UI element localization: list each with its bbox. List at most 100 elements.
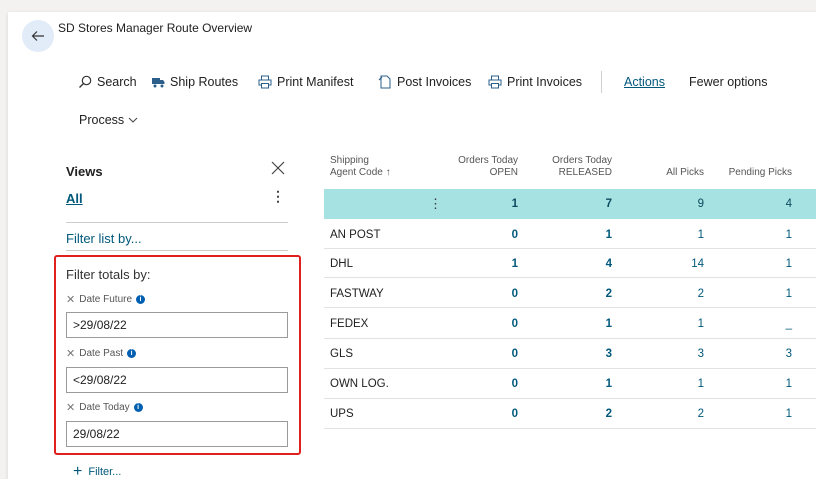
- process-label: Process: [79, 113, 125, 127]
- cell-pending-picks[interactable]: 1: [786, 378, 792, 390]
- table-row-selected[interactable]: [324, 189, 816, 219]
- cell-released[interactable]: 1: [606, 378, 612, 390]
- remove-filter-icon[interactable]: ✕: [66, 293, 75, 306]
- cell-all-picks[interactable]: 1: [698, 378, 704, 390]
- column-header-orders-released[interactable]: Orders Today RELEASED: [552, 155, 612, 179]
- row-actions-menu[interactable]: ⋮: [429, 196, 442, 212]
- column-header-pending-picks[interactable]: Pending Picks: [729, 167, 792, 179]
- filter-totals-heading: Filter totals by:: [66, 267, 151, 282]
- cell-all-picks[interactable]: 14: [691, 258, 704, 270]
- ship-routes-label: Ship Routes: [170, 75, 239, 89]
- cell-all-picks[interactable]: 2: [698, 408, 704, 420]
- cell-released[interactable]: 3: [606, 348, 612, 360]
- cell-open[interactable]: 0: [512, 318, 518, 330]
- remove-filter-icon[interactable]: ✕: [66, 347, 75, 360]
- row-divider: [324, 368, 816, 369]
- cell-released[interactable]: 1: [606, 318, 612, 330]
- cell-pending-picks[interactable]: 1: [786, 229, 792, 241]
- filter-list-link[interactable]: Filter list by...: [66, 231, 142, 246]
- cell-code[interactable]: FASTWAY: [330, 288, 384, 300]
- chevron-down-icon: [128, 117, 138, 123]
- cell-open[interactable]: 0: [512, 229, 518, 241]
- actions-menu[interactable]: Actions: [624, 75, 665, 89]
- cell-released[interactable]: 2: [606, 408, 612, 420]
- cell-open[interactable]: 0: [512, 288, 518, 300]
- cell-all-picks[interactable]: 1: [698, 318, 704, 330]
- info-icon[interactable]: i: [133, 403, 143, 412]
- cell-pending-picks[interactable]: 1: [786, 408, 792, 420]
- date-past-field[interactable]: <29/08/22: [66, 367, 288, 393]
- row-divider: [324, 307, 816, 308]
- views-divider: [66, 222, 288, 223]
- filter-label-date-past: ✕ Date Past i: [66, 347, 137, 360]
- plus-icon: +: [73, 463, 83, 479]
- post-document-icon: [378, 75, 391, 89]
- row-divider: [324, 277, 816, 278]
- cell-released[interactable]: 2: [606, 288, 612, 300]
- cell-open[interactable]: 0: [512, 408, 518, 420]
- search-label: Search: [97, 75, 137, 89]
- cell-released[interactable]: 4: [606, 258, 612, 270]
- cell-code[interactable]: GLS: [330, 348, 353, 360]
- cell-pending-picks[interactable]: _: [786, 318, 792, 330]
- ship-routes-button[interactable]: Ship Routes: [151, 75, 238, 89]
- cell-released[interactable]: 1: [606, 229, 612, 241]
- date-future-field[interactable]: >29/08/22: [66, 312, 288, 338]
- view-all-link[interactable]: All: [66, 191, 83, 206]
- fewer-options-label: Fewer options: [689, 75, 768, 89]
- header-line: All Picks: [666, 167, 704, 178]
- post-invoices-button[interactable]: Post Invoices: [378, 75, 471, 89]
- column-header-orders-open[interactable]: Orders Today OPEN: [458, 155, 518, 179]
- back-button[interactable]: [22, 20, 54, 52]
- header-line: Agent Code ↑: [330, 167, 391, 178]
- cell-pending-picks[interactable]: 4: [786, 198, 792, 210]
- cell-open[interactable]: 1: [512, 258, 518, 270]
- header-line: Orders Today: [458, 155, 518, 166]
- cell-all-picks[interactable]: 9: [698, 198, 704, 210]
- row-divider: [324, 248, 816, 249]
- cell-all-picks[interactable]: 3: [698, 348, 704, 360]
- print-invoices-button[interactable]: Print Invoices: [488, 75, 582, 89]
- filter-label-text: Date Past: [79, 348, 124, 359]
- header-line: Shipping: [330, 155, 369, 166]
- process-menu[interactable]: Process: [79, 113, 138, 127]
- cell-open[interactable]: 1: [512, 198, 518, 210]
- page-title: SD Stores Manager Route Overview: [58, 21, 253, 35]
- search-button[interactable]: Search: [78, 75, 137, 89]
- add-filter-button[interactable]: + Filter...: [73, 463, 121, 479]
- cell-all-picks[interactable]: 2: [698, 288, 704, 300]
- cell-open[interactable]: 0: [512, 378, 518, 390]
- date-today-field[interactable]: 29/08/22: [66, 421, 288, 447]
- info-icon[interactable]: i: [136, 295, 146, 304]
- print-manifest-button[interactable]: Print Manifest: [258, 75, 353, 89]
- cell-code[interactable]: OWN LOG.: [330, 378, 389, 390]
- print-manifest-label: Print Manifest: [277, 75, 354, 89]
- print-invoices-label: Print Invoices: [507, 75, 583, 89]
- cell-code[interactable]: FEDEX: [330, 318, 368, 330]
- column-header-all-picks[interactable]: All Picks: [666, 167, 704, 179]
- cell-pending-picks[interactable]: 3: [786, 348, 792, 360]
- cell-code[interactable]: UPS: [330, 408, 354, 420]
- cell-all-picks[interactable]: 1: [698, 229, 704, 241]
- fewer-options-button[interactable]: Fewer options: [689, 75, 768, 89]
- printer-icon: [488, 75, 502, 89]
- filter-label-text: Date Today: [79, 402, 130, 413]
- filter-label-date-today: ✕ Date Today i: [66, 401, 143, 414]
- cell-pending-picks[interactable]: 1: [786, 258, 792, 270]
- action-separator: [601, 71, 602, 93]
- header-line: Orders Today: [552, 155, 612, 166]
- column-header-shipping-agent-code[interactable]: Shipping Agent Code ↑: [330, 155, 391, 179]
- cell-code[interactable]: DHL: [330, 258, 353, 270]
- row-divider: [324, 398, 816, 399]
- cell-released[interactable]: 7: [606, 198, 612, 210]
- search-icon: [79, 75, 92, 88]
- cell-code[interactable]: AN POST: [330, 229, 380, 241]
- info-icon[interactable]: i: [127, 349, 137, 358]
- cell-open[interactable]: 0: [512, 348, 518, 360]
- views-title: Views: [66, 164, 103, 179]
- remove-filter-icon[interactable]: ✕: [66, 401, 75, 414]
- close-icon[interactable]: [270, 160, 286, 176]
- cell-pending-picks[interactable]: 1: [786, 288, 792, 300]
- view-more-menu[interactable]: ⋮: [271, 188, 285, 205]
- filter-label-date-future: ✕ Date Future i: [66, 293, 146, 306]
